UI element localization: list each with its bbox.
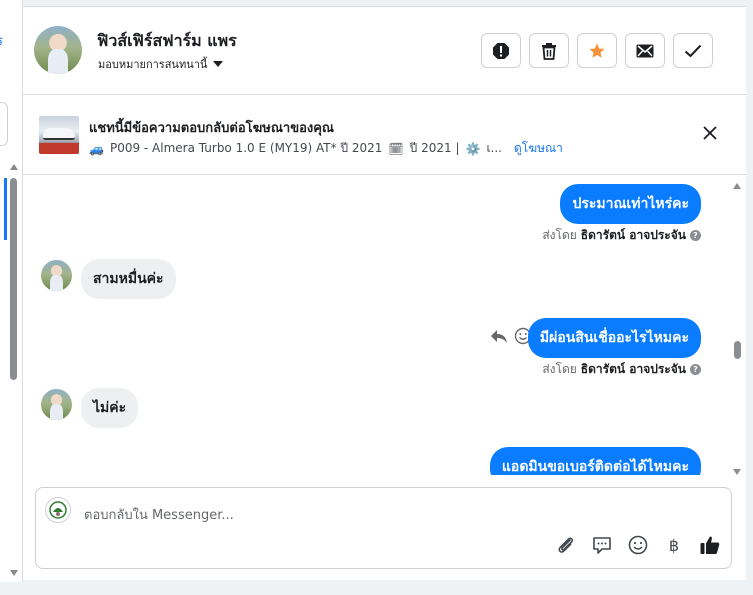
sent-by-prefix: ส่งโดย: [542, 362, 577, 376]
mark-spam-button[interactable]: [481, 33, 521, 68]
contact-message-avatar[interactable]: [41, 260, 72, 291]
contact-name[interactable]: ฟิวส์เฟิร์สฟาร์ม แพร: [97, 29, 237, 54]
reply-icon[interactable]: [490, 328, 508, 344]
message-outgoing[interactable]: แอดมินขอเบอร์ติดต่อได้ไหมคะ: [489, 447, 701, 475]
message-thread[interactable]: ประมาณเท่าไหร่คะ ส่งโดย ธิดารัตน์ อาจประ…: [23, 175, 746, 475]
message-outgoing[interactable]: ประมาณเท่าไหร่คะ: [560, 184, 701, 224]
ad-context-banner: แชทนี้มีข้อความตอบกลับต่อโฆษณาของคุณ 🚙 P…: [23, 95, 746, 175]
help-icon[interactable]: ?: [690, 364, 701, 375]
message-outgoing[interactable]: มีผ่อนสินเชื่ออะไรไหมคะ: [527, 318, 701, 358]
sent-by-label: ส่งโดย ธิดารัตน์ อาจประจัน ?: [542, 360, 701, 379]
assign-conversation-dropdown[interactable]: มอบหมายการสนทนานี้: [98, 55, 224, 73]
left-scroll-thumb[interactable]: [10, 178, 17, 380]
message-incoming[interactable]: ไม่ค่ะ: [81, 388, 139, 428]
mail-icon: [636, 44, 654, 57]
chat-scroll-thumb[interactable]: [734, 341, 741, 359]
left-pane-selection-bar: [4, 178, 7, 240]
page-logo-avatar: [45, 497, 71, 523]
conversation-actions: [481, 33, 713, 68]
baht-icon[interactable]: ฿: [663, 534, 685, 556]
close-icon[interactable]: [702, 125, 718, 141]
car-emoji-icon: 🚙: [89, 141, 104, 156]
mark-unread-button[interactable]: [625, 33, 665, 68]
paperclip-icon[interactable]: [555, 534, 577, 556]
left-scrollbar[interactable]: [8, 162, 20, 580]
gear-emoji-icon: ⚙️: [465, 141, 481, 156]
left-pane-clipped-box[interactable]: [0, 102, 8, 146]
left-pane-clipped-text: ร: [0, 30, 3, 51]
sender-name[interactable]: ธิดารัตน์ อาจประจัน: [581, 360, 686, 379]
ad-year-text: ปี 2021 |: [409, 141, 460, 155]
conversation-header: ฟิวส์เฟิร์สฟาร์ม แพร มอบหมายการสนทนานี้: [23, 7, 746, 95]
composer-tools: ฿: [555, 534, 721, 556]
help-icon[interactable]: ?: [690, 230, 701, 241]
chat-bubble-icon[interactable]: [591, 534, 613, 556]
message-hover-actions: [490, 327, 532, 345]
sent-by-label: ส่งโดย ธิดารัตน์ อาจประจัน ?: [542, 226, 701, 245]
contact-message-avatar[interactable]: [41, 389, 72, 420]
star-button[interactable]: [577, 33, 617, 68]
ad-ellipsis-text: เ...: [486, 141, 502, 155]
scroll-down-arrow-icon[interactable]: [733, 469, 741, 475]
chevron-down-icon: [213, 61, 224, 67]
reply-input[interactable]: ตอบกลับใน Messenger...: [84, 504, 234, 525]
chat-scrollbar[interactable]: [731, 183, 743, 479]
ad-banner-title: แชทนี้มีข้อความตอบกลับต่อโฆษณาของคุณ: [89, 121, 334, 136]
scroll-up-arrow-icon[interactable]: [733, 183, 741, 189]
scroll-down-arrow-icon[interactable]: [10, 570, 18, 576]
sender-name[interactable]: ธิดารัตน์ อาจประจัน: [581, 226, 686, 245]
sent-by-prefix: ส่งโดย: [542, 228, 577, 242]
ad-details-text: P009 - Almera Turbo 1.0 E (MY19) AT* ปี …: [109, 141, 383, 155]
thumbs-up-icon[interactable]: [699, 534, 721, 556]
mark-done-button[interactable]: [673, 33, 713, 68]
page-logo-icon: [49, 501, 67, 519]
contact-avatar[interactable]: [34, 26, 82, 74]
ad-thumbnail[interactable]: [39, 116, 79, 154]
assign-label: มอบหมายการสนทนานี้: [98, 58, 208, 71]
left-pane: ร: [0, 0, 23, 582]
scroll-up-arrow-icon[interactable]: [10, 164, 18, 170]
delete-button[interactable]: [529, 33, 569, 68]
star-icon: [589, 43, 605, 58]
conversation-panel: ฟิวส์เฟิร์สฟาร์ม แพร มอบหมายการสนทนานี้: [23, 6, 746, 580]
trash-icon: [542, 42, 556, 60]
view-ad-link[interactable]: ดูโฆษณา: [514, 139, 563, 158]
emoji-icon[interactable]: [627, 534, 649, 556]
check-icon: [684, 44, 702, 57]
alert-icon: [493, 42, 509, 59]
calendar-emoji-icon: 🗓: [388, 141, 404, 156]
reply-composer[interactable]: ตอบกลับใน Messenger... ฿: [35, 487, 732, 569]
message-incoming[interactable]: สามหมื่นค่ะ: [81, 259, 176, 299]
ad-details: 🚙 P009 - Almera Turbo 1.0 E (MY19) AT* ป…: [89, 139, 563, 158]
